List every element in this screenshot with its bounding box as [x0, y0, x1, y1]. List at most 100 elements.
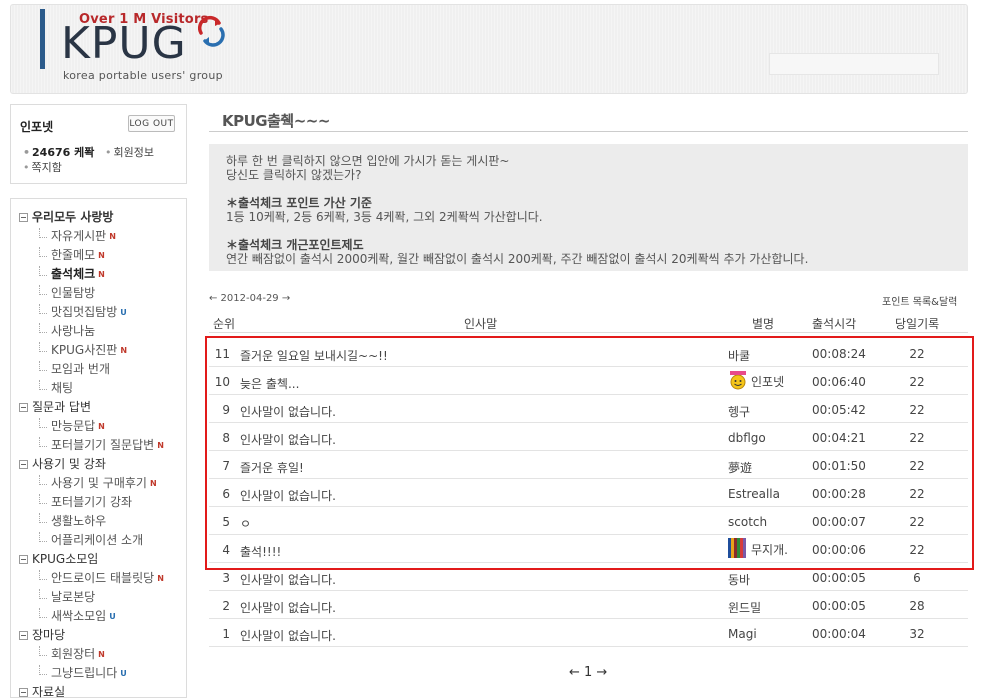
menu-category[interactable]: 우리모두 사랑방: [19, 208, 113, 225]
date-navigation[interactable]: ← 2012-04-29 →: [209, 293, 290, 304]
logo-swirl-icon: [197, 16, 225, 47]
check-in-time: 00:01:50: [812, 459, 866, 473]
nickname[interactable]: 夢遊: [728, 459, 752, 476]
nickname[interactable]: 헹구: [728, 403, 750, 420]
nickname-text[interactable]: Estrealla: [728, 487, 780, 501]
menu-item[interactable]: 생활노하우: [39, 512, 106, 529]
rank: 9: [222, 403, 230, 417]
table-row: 8 인사말이 없습니다. dbflgo 00:04:21 22: [209, 423, 968, 451]
menu-item[interactable]: 포터블기기 질문답변 N: [39, 436, 164, 453]
menu-item[interactable]: 새싹소모임 U: [39, 607, 116, 624]
daily-count: 22: [909, 515, 925, 529]
nickname-text[interactable]: 바쿨: [728, 349, 750, 363]
collapse-icon[interactable]: [19, 555, 28, 564]
nickname-text[interactable]: 동바: [728, 573, 750, 587]
nickname-text[interactable]: dbflgo: [728, 431, 766, 445]
collapse-icon[interactable]: [19, 460, 28, 469]
nickname[interactable]: 바쿨: [728, 347, 750, 364]
menu-item[interactable]: 출석체크 N: [39, 265, 105, 282]
nickname-text[interactable]: scotch: [728, 515, 767, 529]
daily-count: 22: [909, 403, 925, 417]
info-line: 1등 10케퐉, 2등 6케퐉, 3등 4케퐉, 그외 2케퐉씩 가산합니다.: [226, 210, 543, 224]
nickname[interactable]: 인포넷: [728, 370, 784, 390]
rank: 3: [222, 571, 230, 585]
menu-item[interactable]: 채팅: [39, 379, 73, 396]
rank: 8: [222, 431, 230, 445]
updated-badge: U: [120, 669, 127, 678]
col-count: 당일기록: [895, 317, 940, 331]
nickname[interactable]: 동바: [728, 571, 750, 588]
greeting-message: 늦은 출첵...: [240, 377, 300, 391]
menu-item[interactable]: 회원장터 N: [39, 645, 105, 662]
daily-count: 22: [909, 459, 925, 473]
menu-category[interactable]: 질문과 답변: [19, 398, 91, 415]
collapse-icon[interactable]: [19, 403, 28, 412]
menu-label: 생활노하우: [51, 514, 107, 528]
table-row: 2 인사말이 없습니다. 윈드밀 00:00:05 28: [209, 591, 968, 619]
daily-count: 22: [909, 347, 925, 361]
user-name: 인포넷: [20, 120, 54, 134]
menu-item[interactable]: 자유게시판 N: [39, 227, 116, 244]
tree-line-icon: [39, 665, 47, 675]
logout-button[interactable]: LOG OUT: [128, 115, 175, 132]
nickname-text[interactable]: 헹구: [728, 405, 750, 419]
table-row: 1 인사말이 없습니다. Magi 00:00:04 32: [209, 619, 968, 647]
menu-item[interactable]: 사랑나눔: [39, 322, 95, 339]
menu-item[interactable]: 맛집멋집탐방 U: [39, 303, 127, 320]
table-row: 3 인사말이 없습니다. 동바 00:00:05 6: [209, 563, 968, 591]
new-badge: N: [120, 346, 128, 355]
nickname[interactable]: dbflgo: [728, 431, 766, 445]
menu-item[interactable]: 그냥드립니다 U: [39, 664, 127, 681]
menu-item[interactable]: 한줄메모 N: [39, 246, 105, 263]
nickname[interactable]: scotch: [728, 515, 767, 529]
nickname-text[interactable]: Magi: [728, 627, 757, 641]
nickname-text[interactable]: 윈드밀: [728, 601, 761, 615]
points-calendar-link[interactable]: 포인트 목록&달력: [882, 293, 957, 308]
menu-category[interactable]: 사용기 및 강좌: [19, 455, 106, 472]
menu-item[interactable]: KPUG사진판 N: [39, 341, 127, 358]
menu-item[interactable]: 날로본당: [39, 588, 95, 605]
table-row: 5 ㅇ scotch 00:00:07 22: [209, 507, 968, 535]
menu-label: 사용기 및 구매후기: [51, 476, 147, 490]
points-link[interactable]: • 24676 케퐉: [23, 144, 94, 160]
nickname[interactable]: 윈드밀: [728, 599, 761, 616]
col-time: 출석시각: [812, 317, 857, 331]
menu-item[interactable]: 포터블기기 강좌: [39, 493, 132, 510]
header-search-box[interactable]: [769, 53, 939, 75]
menu-label: 장마당: [32, 628, 66, 642]
menu-category[interactable]: KPUG소모임: [19, 550, 98, 567]
pagination[interactable]: ← 1 →: [569, 665, 607, 680]
member-info-link[interactable]: • 회원정보: [105, 144, 154, 160]
site-logo[interactable]: KPUG: [61, 22, 187, 66]
new-badge: N: [98, 422, 105, 431]
logo-subtitle: korea portable users' group: [63, 69, 223, 82]
tree-line-icon: [39, 342, 47, 352]
tree-line-icon: [39, 247, 47, 257]
menu-item[interactable]: 만능문답 N: [39, 417, 105, 434]
new-badge: N: [98, 650, 105, 659]
menu-item[interactable]: 안드로이드 태블릿당 N: [39, 569, 164, 586]
nickname-text[interactable]: 인포넷: [751, 375, 784, 389]
menu-item[interactable]: 어플리케이션 소개: [39, 531, 143, 548]
menu-item[interactable]: 사용기 및 구매후기 N: [39, 474, 157, 491]
site-header: Over 1 M Visitors KPUG korea portable us…: [10, 4, 968, 94]
nickname[interactable]: Estrealla: [728, 487, 780, 501]
nickname[interactable]: Magi: [728, 627, 757, 641]
menu-category[interactable]: 자료실: [19, 683, 65, 700]
collapse-icon[interactable]: [19, 631, 28, 640]
tree-line-icon: [39, 285, 47, 295]
menu-item[interactable]: 인물탐방: [39, 284, 95, 301]
menu-label: 채팅: [51, 381, 74, 395]
nickname[interactable]: 무지개.: [728, 538, 788, 558]
messages-link[interactable]: • 쪽지함: [23, 159, 62, 175]
info-box: 하루 한 번 클릭하지 않으면 입안에 가시가 돋는 게시판~ 당신도 클릭하지…: [209, 144, 968, 271]
menu-item[interactable]: 모임과 번개: [39, 360, 110, 377]
tree-line-icon: [39, 361, 47, 371]
nickname-text[interactable]: 무지개.: [751, 543, 788, 557]
menu-label: 자유게시판: [51, 229, 107, 243]
nickname-text[interactable]: 夢遊: [728, 461, 752, 475]
collapse-icon[interactable]: [19, 688, 28, 697]
collapse-icon[interactable]: [19, 213, 28, 222]
tree-line-icon: [39, 437, 47, 447]
menu-category[interactable]: 장마당: [19, 626, 65, 643]
